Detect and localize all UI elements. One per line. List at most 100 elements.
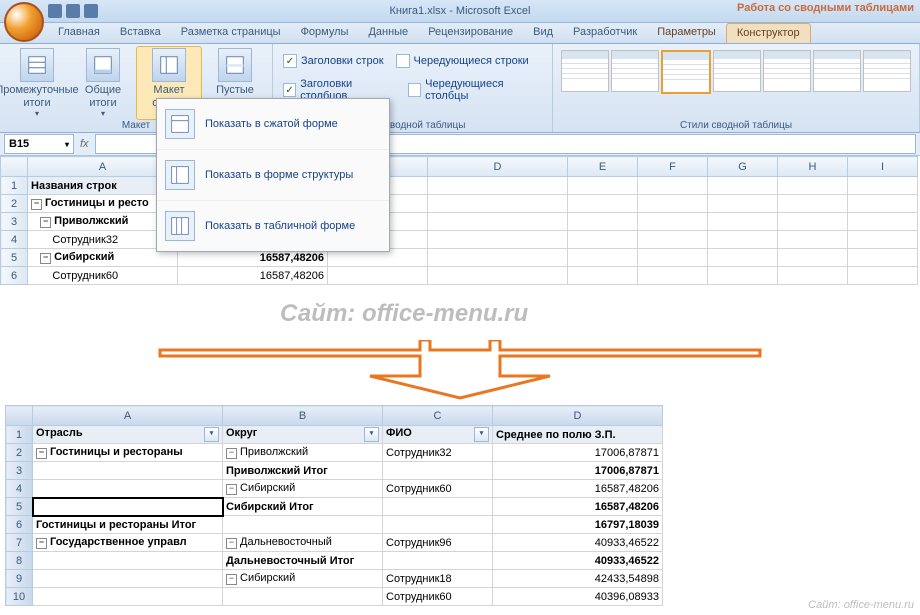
row-header[interactable]: 2 <box>6 444 33 462</box>
pivot-style-swatch[interactable] <box>611 50 659 92</box>
cell[interactable]: Названия строк <box>28 177 178 195</box>
collapse-icon[interactable]: − <box>226 448 237 459</box>
cell[interactable]: 40933,46522 <box>493 552 663 570</box>
cell[interactable]: Сотрудник60 <box>383 588 493 606</box>
col-header[interactable]: A <box>33 406 223 426</box>
chevron-down-icon[interactable]: ▾ <box>65 140 69 149</box>
col-header[interactable]: D <box>493 406 663 426</box>
col-header[interactable]: G <box>708 157 778 177</box>
cell[interactable]: −Гостиницы и ресто <box>28 195 178 213</box>
cell[interactable]: Сотрудник32 <box>383 444 493 462</box>
menu-outline-form[interactable]: Показать в форме структуры <box>157 150 389 201</box>
collapse-icon[interactable]: − <box>226 574 237 585</box>
tab-view[interactable]: Вид <box>523 23 563 43</box>
pivot-style-swatch[interactable] <box>561 50 609 92</box>
row-header[interactable]: 6 <box>6 516 33 534</box>
cell[interactable]: Округ▾ <box>223 426 383 444</box>
col-header[interactable]: C <box>383 406 493 426</box>
chk-banded-cols[interactable]: Чередующиеся столбцы <box>402 76 548 104</box>
cell[interactable] <box>33 552 223 570</box>
cell[interactable]: 40396,08933 <box>493 588 663 606</box>
grandtotals-button[interactable]: Общие итоги▾ <box>70 46 136 120</box>
cell[interactable]: ФИО▾ <box>383 426 493 444</box>
cell-selected[interactable] <box>33 498 223 516</box>
cell[interactable]: Среднее по полю З.П. <box>493 426 663 444</box>
filter-button[interactable]: ▾ <box>474 427 489 442</box>
cell[interactable]: Сотрудник60 <box>383 480 493 498</box>
cell[interactable]: −Дальневосточный <box>223 534 383 552</box>
select-all-cell[interactable] <box>1 157 28 177</box>
cell[interactable]: Сотрудник18 <box>383 570 493 588</box>
col-header[interactable]: D <box>428 157 568 177</box>
cell[interactable] <box>33 588 223 606</box>
chk-banded-rows[interactable]: Чередующиеся строки <box>390 52 535 70</box>
cell[interactable]: −Гостиницы и рестораны <box>33 444 223 462</box>
cell[interactable]: −Приволжский <box>223 444 383 462</box>
row-header[interactable]: 8 <box>6 552 33 570</box>
tab-design[interactable]: Конструктор <box>726 23 811 43</box>
undo-icon[interactable] <box>66 4 80 18</box>
filter-button[interactable]: ▾ <box>364 427 379 442</box>
collapse-icon[interactable]: − <box>36 448 47 459</box>
cell[interactable]: −Сибирский <box>223 570 383 588</box>
cell[interactable]: Сотрудник32 <box>28 231 178 249</box>
pivot-style-swatch[interactable] <box>763 50 811 92</box>
cell[interactable] <box>383 516 493 534</box>
pivot-style-swatch-selected[interactable] <box>661 50 711 94</box>
collapse-icon[interactable]: − <box>31 199 42 210</box>
cell[interactable]: Отрасль▾ <box>33 426 223 444</box>
tab-options[interactable]: Параметры <box>647 23 726 43</box>
pivot-style-swatch[interactable] <box>713 50 761 92</box>
cell[interactable]: Гостиницы и рестораны Итог <box>33 516 223 534</box>
cell[interactable]: 17006,87871 <box>493 444 663 462</box>
tab-page-layout[interactable]: Разметка страницы <box>171 23 291 43</box>
cell[interactable] <box>383 462 493 480</box>
cell[interactable] <box>383 552 493 570</box>
col-header[interactable]: A <box>28 157 178 177</box>
cell[interactable] <box>223 516 383 534</box>
pivot-style-swatch[interactable] <box>863 50 911 92</box>
row-header[interactable]: 4 <box>1 231 28 249</box>
col-header[interactable]: F <box>638 157 708 177</box>
worksheet-top[interactable]: ABCDEFGHI 1Названия строк 2−Гостиницы и … <box>0 156 920 285</box>
pivot-style-swatch[interactable] <box>813 50 861 92</box>
cell[interactable]: Дальневосточный Итог <box>223 552 383 570</box>
row-header[interactable]: 10 <box>6 588 33 606</box>
row-header[interactable]: 2 <box>1 195 28 213</box>
cell[interactable] <box>33 462 223 480</box>
collapse-icon[interactable]: − <box>36 538 47 549</box>
menu-tabular-form[interactable]: Показать в табличной форме <box>157 201 389 251</box>
row-header[interactable]: 9 <box>6 570 33 588</box>
tab-developer[interactable]: Разработчик <box>563 23 647 43</box>
collapse-icon[interactable]: − <box>40 217 51 228</box>
cell[interactable]: Сотрудник96 <box>383 534 493 552</box>
filter-button[interactable]: ▾ <box>204 427 219 442</box>
cell[interactable]: 16587,48206 <box>493 480 663 498</box>
cell[interactable]: −Сибирский <box>223 480 383 498</box>
redo-icon[interactable] <box>84 4 98 18</box>
chk-row-headers[interactable]: ✓Заголовки строк <box>277 52 390 70</box>
cell[interactable]: 42433,54898 <box>493 570 663 588</box>
fx-icon[interactable]: fx <box>80 138 89 150</box>
tab-data[interactable]: Данные <box>358 23 418 43</box>
col-header[interactable]: B <box>223 406 383 426</box>
name-box[interactable]: B15▾ <box>4 134 74 154</box>
row-header[interactable]: 5 <box>6 498 33 516</box>
row-header[interactable]: 7 <box>6 534 33 552</box>
cell[interactable]: Сотрудник60 <box>28 267 178 285</box>
cell[interactable]: −Приволжский <box>28 213 178 231</box>
worksheet-bottom[interactable]: ABCD 1 Отрасль▾ Округ▾ ФИО▾ Среднее по п… <box>5 405 663 606</box>
collapse-icon[interactable]: − <box>226 538 237 549</box>
row-header[interactable]: 4 <box>6 480 33 498</box>
cell[interactable]: Приволжский Итог <box>223 462 383 480</box>
cell[interactable]: −Сибирский <box>28 249 178 267</box>
save-icon[interactable] <box>48 4 62 18</box>
cell[interactable]: 16587,48206 <box>493 498 663 516</box>
cell[interactable]: Сибирский Итог <box>223 498 383 516</box>
col-header[interactable]: E <box>568 157 638 177</box>
row-header[interactable]: 6 <box>1 267 28 285</box>
cell[interactable]: 16587,48206 <box>178 267 328 285</box>
cell[interactable] <box>223 588 383 606</box>
cell[interactable] <box>383 498 493 516</box>
cell[interactable] <box>33 570 223 588</box>
